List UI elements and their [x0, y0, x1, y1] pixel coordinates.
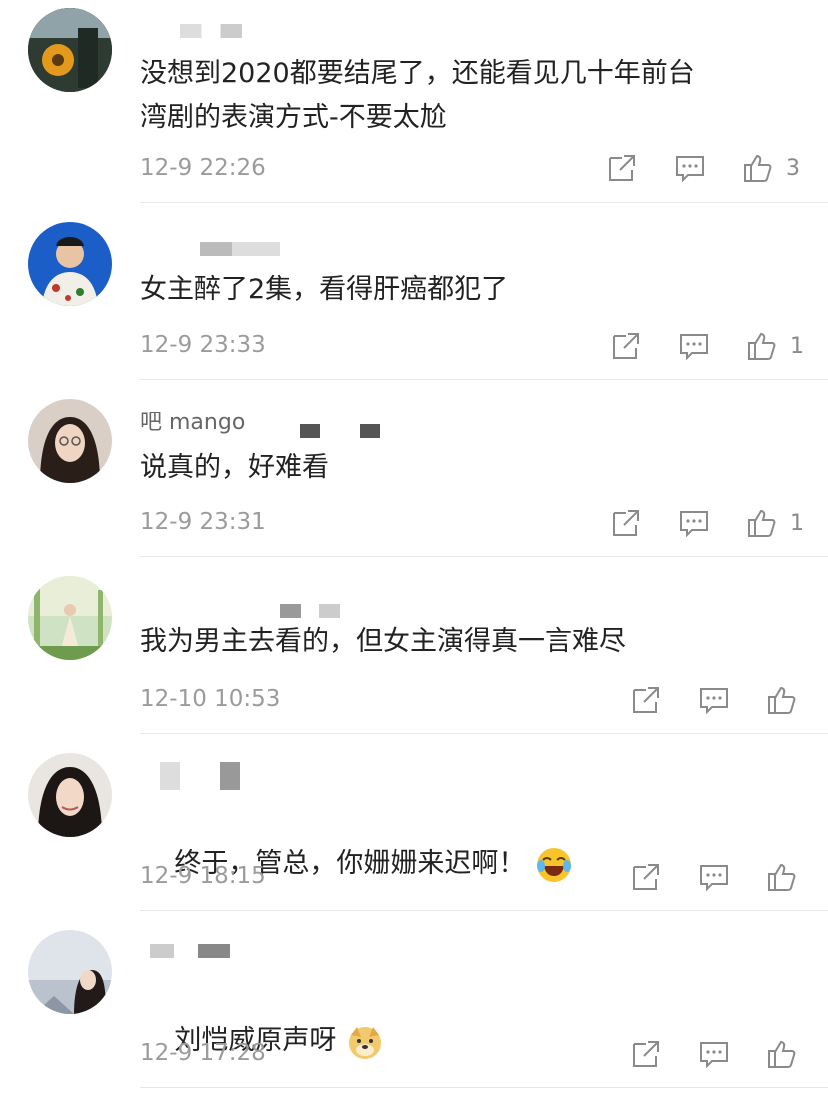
comment-actions: 1 [610, 330, 804, 362]
username-redacted [150, 944, 230, 958]
divider [140, 1087, 828, 1088]
avatar[interactable] [28, 930, 112, 1014]
top-edge [0, 0, 828, 8]
share-icon[interactable] [630, 684, 662, 716]
comment-text: 说真的，好难看 [140, 452, 329, 483]
thumbs-up-icon[interactable] [742, 152, 774, 184]
laugh-cry-emoji-icon [535, 846, 573, 884]
comment-text: 没想到2020都要结尾了，还能看见几十年前台 湾剧的表演方式-不要太尬 [140, 58, 695, 133]
comment-actions [630, 684, 824, 716]
like-count: 3 [786, 155, 800, 181]
thumbs-up-icon[interactable] [746, 330, 778, 362]
thumbs-up-icon[interactable] [766, 1038, 798, 1070]
comment-text: 女主醉了2集，看得肝癌都犯了 [140, 274, 509, 305]
divider [140, 202, 828, 203]
comment-icon[interactable] [674, 152, 706, 184]
like-count: 1 [790, 333, 804, 359]
share-icon[interactable] [606, 152, 638, 184]
divider [140, 910, 828, 911]
comment-icon[interactable] [698, 684, 730, 716]
share-icon[interactable] [630, 861, 662, 893]
thumbs-up-icon[interactable] [746, 507, 778, 539]
avatar[interactable] [28, 576, 112, 660]
share-icon[interactable] [610, 507, 642, 539]
comment-time: 12-9 22:26 [140, 155, 266, 181]
divider [140, 556, 828, 557]
divider [140, 379, 828, 380]
comment-icon[interactable] [678, 507, 710, 539]
divider [140, 733, 828, 734]
thumbs-up-icon[interactable] [766, 861, 798, 893]
avatar[interactable] [28, 399, 112, 483]
username-redacted [280, 604, 340, 618]
username-redacted [300, 424, 380, 438]
thumbs-up-icon[interactable] [766, 684, 798, 716]
comment-time: 12-10 10:53 [140, 686, 281, 712]
avatar[interactable] [28, 753, 112, 837]
comment-icon[interactable] [678, 330, 710, 362]
comment-time: 12-9 23:31 [140, 509, 266, 535]
comment-icon[interactable] [698, 861, 730, 893]
comment-time: 12-9 17:28 [140, 1040, 266, 1066]
comment-actions: 1 [610, 507, 804, 539]
comment-icon[interactable] [698, 1038, 730, 1070]
doge-emoji-icon [346, 1023, 384, 1061]
share-icon[interactable] [610, 330, 642, 362]
comment-time: 12-9 18:15 [140, 863, 266, 889]
comment-actions [630, 861, 824, 893]
comment-text: 我为男主去看的，但女主演得真一言难尽 [140, 626, 626, 657]
avatar[interactable] [28, 8, 112, 92]
comment-actions: 3 [606, 152, 800, 184]
share-icon[interactable] [630, 1038, 662, 1070]
username-fragment: 吧 mango [140, 412, 246, 434]
comment-actions [630, 1038, 824, 1070]
like-count: 1 [790, 510, 804, 536]
avatar[interactable] [28, 222, 112, 306]
username-redacted [160, 762, 240, 790]
comment-time: 12-9 23:33 [140, 332, 266, 358]
username-redacted [200, 242, 280, 256]
username-redacted [180, 24, 242, 38]
